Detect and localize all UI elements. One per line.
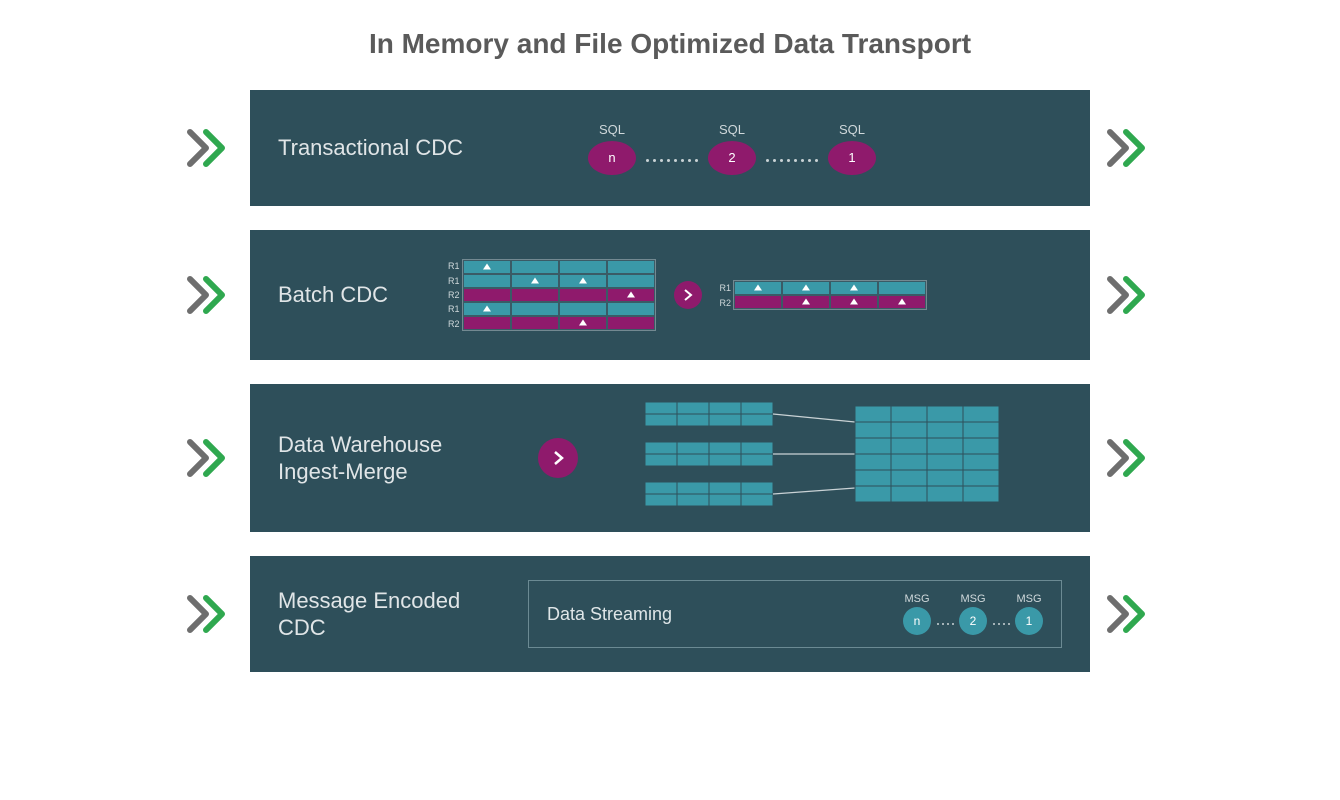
row-label: R1 — [448, 274, 460, 288]
arrow-in-icon — [170, 128, 250, 168]
msg-chain: MSG n MSG 2 MSG 1 — [903, 593, 1043, 635]
sql-bubble-icon: 2 — [708, 141, 756, 175]
arrow-out-icon — [1090, 128, 1170, 168]
row-label: R2 — [448, 288, 460, 302]
sql-header: SQL — [599, 122, 625, 137]
panel-label: Batch CDC — [278, 281, 448, 309]
row-batch: Batch CDC R1 R1 R2 R1 R2 — [170, 230, 1170, 360]
panel-label: Transactional CDC — [278, 134, 508, 162]
arrow-in-icon — [170, 275, 250, 315]
sql-bubble-icon: 1 — [828, 141, 876, 175]
sql-node: SQL 2 — [708, 122, 756, 175]
merge-arrow-icon — [674, 281, 702, 309]
dots-icon — [644, 159, 700, 162]
panel-transactional: Transactional CDC SQL n SQL 2 SQL 1 — [250, 90, 1090, 206]
merge-arrow-icon — [538, 438, 578, 478]
msg-header: MSG — [1016, 593, 1041, 605]
merged-table-icon: R1 R2 — [720, 280, 928, 310]
panel-message: Message Encoded CDC Data Streaming MSG n… — [250, 556, 1090, 672]
sql-header: SQL — [719, 122, 745, 137]
warehouse-merge-icon — [608, 402, 1062, 514]
panel-label: Data Warehouse Ingest-Merge — [278, 431, 508, 486]
panel-label: Message Encoded CDC — [278, 587, 508, 642]
stream-title: Data Streaming — [547, 604, 672, 625]
row-label: R1 — [448, 259, 460, 273]
msg-node: MSG 1 — [1015, 593, 1043, 635]
msg-bubble-icon: n — [903, 607, 931, 635]
dots-icon — [764, 159, 820, 162]
msg-node: MSG n — [903, 593, 931, 635]
arrow-in-icon — [170, 594, 250, 634]
dots-icon — [991, 623, 1011, 625]
sql-node: SQL 1 — [828, 122, 876, 175]
sql-node: SQL n — [588, 122, 636, 175]
msg-header: MSG — [960, 593, 985, 605]
msg-bubble-icon: 2 — [959, 607, 987, 635]
page-title: In Memory and File Optimized Data Transp… — [369, 28, 971, 60]
row-message: Message Encoded CDC Data Streaming MSG n… — [170, 556, 1170, 672]
msg-node: MSG 2 — [959, 593, 987, 635]
arrow-out-icon — [1090, 438, 1170, 478]
sql-bubble-icon: n — [588, 141, 636, 175]
sql-header: SQL — [839, 122, 865, 137]
panel-datawarehouse: Data Warehouse Ingest-Merge — [250, 384, 1090, 532]
data-streaming-box: Data Streaming MSG n MSG 2 MSG 1 — [528, 580, 1062, 648]
msg-bubble-icon: 1 — [1015, 607, 1043, 635]
arrow-in-icon — [170, 438, 250, 478]
row-label: R1 — [720, 281, 732, 295]
source-table-icon: R1 R1 R2 R1 R2 — [448, 259, 656, 331]
msg-header: MSG — [904, 593, 929, 605]
sql-chain: SQL n SQL 2 SQL 1 — [508, 122, 1062, 175]
row-label: R2 — [448, 317, 460, 331]
row-datawarehouse: Data Warehouse Ingest-Merge — [170, 384, 1170, 532]
dots-icon — [935, 623, 955, 625]
batch-graphic: R1 R1 R2 R1 R2 — [448, 259, 1062, 331]
row-transactional: Transactional CDC SQL n SQL 2 SQL 1 — [170, 90, 1170, 206]
arrow-out-icon — [1090, 275, 1170, 315]
panel-batch: Batch CDC R1 R1 R2 R1 R2 — [250, 230, 1090, 360]
arrow-out-icon — [1090, 594, 1170, 634]
diagram-rows: Transactional CDC SQL n SQL 2 SQL 1 — [170, 90, 1170, 672]
row-label: R2 — [720, 296, 732, 310]
row-label: R1 — [448, 302, 460, 316]
